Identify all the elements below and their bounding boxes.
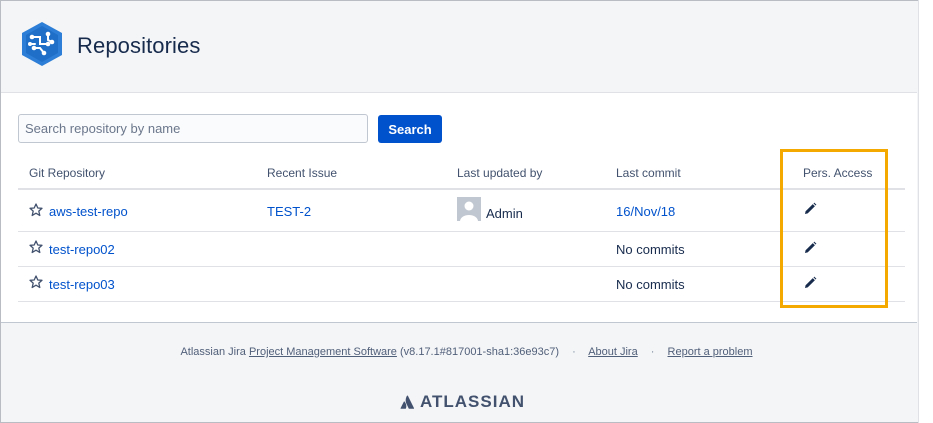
row-divider bbox=[18, 301, 905, 302]
footer-separator: · bbox=[572, 346, 576, 358]
repository-link[interactable]: test-repo02 bbox=[49, 242, 115, 257]
row-divider bbox=[18, 231, 905, 232]
pers-access-highlight bbox=[780, 149, 888, 308]
row-divider bbox=[18, 266, 905, 267]
repository-logo-icon bbox=[22, 22, 62, 66]
column-header-recent-issue: Recent Issue bbox=[267, 166, 338, 180]
column-header-last-updated-by: Last updated by bbox=[457, 166, 543, 180]
updated-by-user: Admin bbox=[486, 206, 523, 221]
atlassian-logo-icon bbox=[400, 395, 415, 409]
repository-link[interactable]: test-repo03 bbox=[49, 277, 115, 292]
main-content: Search Git Repository Recent Issue Last … bbox=[1, 92, 917, 323]
report-problem-link[interactable]: Report a problem bbox=[668, 346, 753, 358]
right-gutter bbox=[918, 0, 933, 423]
about-jira-link[interactable]: About Jira bbox=[588, 346, 638, 358]
star-icon[interactable] bbox=[29, 275, 43, 289]
column-header-git-repository: Git Repository bbox=[29, 166, 106, 180]
table-header-divider bbox=[18, 188, 905, 190]
product-link[interactable]: Project Management Software bbox=[249, 346, 397, 358]
search-input[interactable] bbox=[18, 114, 368, 143]
star-icon[interactable] bbox=[29, 240, 43, 254]
search-button[interactable]: Search bbox=[378, 115, 442, 143]
star-icon[interactable] bbox=[29, 203, 43, 217]
last-commit-text: No commits bbox=[616, 242, 685, 257]
recent-issue-link[interactable]: TEST-2 bbox=[267, 204, 311, 219]
footer-version: (v8.17.1#817001-sha1:36e93c7) bbox=[399, 346, 559, 358]
last-commit-link[interactable]: 16/Nov/18 bbox=[616, 204, 675, 219]
footer-separator: · bbox=[650, 346, 655, 358]
column-header-last-commit: Last commit bbox=[616, 166, 681, 180]
page-header: Repositories bbox=[1, 1, 917, 92]
atlassian-logo[interactable]: ATLASSIAN bbox=[400, 392, 526, 411]
page-title: Repositories bbox=[77, 33, 201, 58]
avatar-icon bbox=[457, 197, 481, 221]
atlassian-wordmark: ATLASSIAN bbox=[420, 392, 526, 411]
repository-link[interactable]: aws-test-repo bbox=[49, 204, 128, 219]
footer: Atlassian Jira Project Management Softwa… bbox=[0, 346, 933, 358]
footer-prefix: Atlassian Jira bbox=[180, 346, 246, 358]
last-commit-text: No commits bbox=[616, 277, 685, 292]
